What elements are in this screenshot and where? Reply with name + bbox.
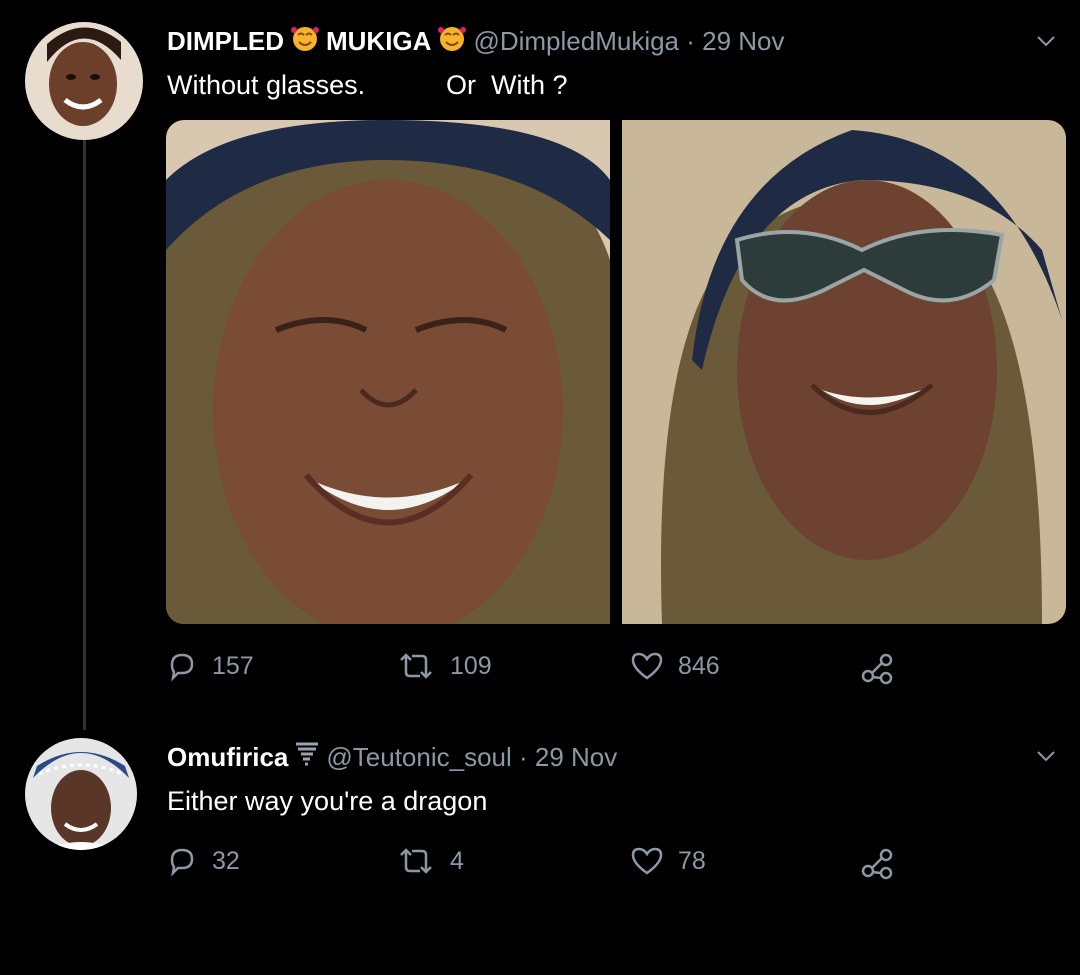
handle-and-date[interactable]: @Teutonic_soul · 29 Nov xyxy=(326,742,617,773)
tweet-text: Either way you're a dragon xyxy=(167,786,488,816)
like-count: 846 xyxy=(678,651,720,680)
display-name[interactable]: Omufirica xyxy=(167,742,288,773)
like-button[interactable]: 846 xyxy=(630,650,720,682)
retweet-icon xyxy=(400,653,432,679)
portrait-image xyxy=(622,120,1066,624)
retweet-button[interactable]: 109 xyxy=(396,650,492,682)
avatar[interactable] xyxy=(25,22,143,140)
portrait-image xyxy=(166,120,610,624)
retweet-count: 4 xyxy=(450,846,464,875)
like-button[interactable]: 78 xyxy=(630,845,706,877)
handle-and-date[interactable]: @DimpledMukiga · 29 Nov xyxy=(473,26,784,57)
share-button[interactable] xyxy=(860,845,910,881)
retweet-button[interactable]: 4 xyxy=(396,845,464,877)
retweet-icon xyxy=(400,848,432,874)
photo-with-glasses[interactable] xyxy=(622,120,1066,624)
reply-button[interactable]: 32 xyxy=(166,845,240,877)
reply-icon xyxy=(170,848,194,877)
heart-icon xyxy=(631,652,663,680)
smiling-face-with-hearts-icon xyxy=(437,24,467,59)
smiling-face-with-hearts-icon xyxy=(290,24,320,59)
tornado-icon xyxy=(294,740,320,775)
tweet-header: Omufirica @Teutonic_soul · 29 Nov xyxy=(167,740,617,775)
reply-count: 32 xyxy=(212,846,240,875)
reply-button[interactable]: 157 xyxy=(166,650,254,682)
share-icon xyxy=(861,848,893,880)
retweet-count: 109 xyxy=(450,651,492,680)
like-count: 78 xyxy=(678,846,706,875)
avatar-image xyxy=(25,738,137,850)
thread-connector-line xyxy=(83,140,86,730)
reply-icon xyxy=(170,653,194,682)
share-button[interactable] xyxy=(860,650,910,686)
share-icon xyxy=(861,653,893,685)
display-name-part2[interactable]: MUKIGA xyxy=(326,26,431,57)
avatar-image xyxy=(25,22,143,140)
tweet-text-part2: Or With ? xyxy=(446,70,568,100)
display-name-part1[interactable]: DIMPLED xyxy=(167,26,284,57)
chevron-down-icon[interactable] xyxy=(1035,745,1057,767)
avatar[interactable] xyxy=(25,738,137,850)
heart-icon xyxy=(631,847,663,875)
reply-count: 157 xyxy=(212,651,254,680)
photo-without-glasses[interactable] xyxy=(166,120,610,624)
tweet-header: DIMPLED MUKIGA @DimpledMukiga · 29 Nov xyxy=(167,24,785,59)
chevron-down-icon[interactable] xyxy=(1035,30,1057,52)
tweet-text-part1: Without glasses. xyxy=(167,70,366,100)
